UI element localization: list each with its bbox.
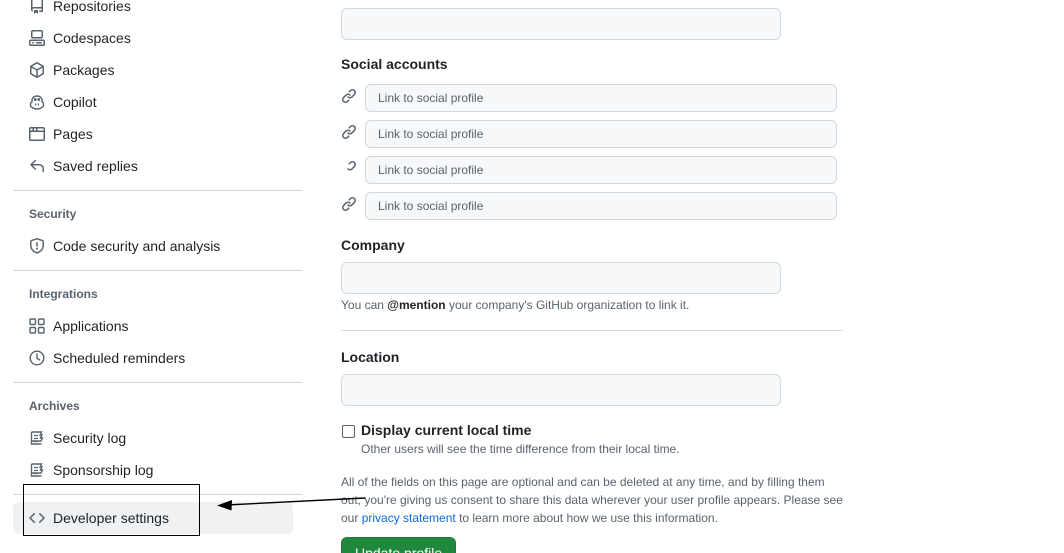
company-hint-suffix: your company's GitHub organization to li… <box>445 298 690 312</box>
location-input[interactable] <box>342 375 780 405</box>
sidebar-item-sponsorship-log[interactable]: Sponsorship log <box>13 454 293 486</box>
sidebar-item-scheduled-reminders[interactable]: Scheduled reminders <box>13 342 293 374</box>
link-icon <box>341 196 357 212</box>
browser-icon <box>29 126 45 142</box>
social-link-input-3[interactable] <box>366 157 836 183</box>
sidebar-item-label: Saved replies <box>53 158 138 174</box>
sidebar-heading-archives: Archives <box>29 399 80 413</box>
sidebar-item-repositories[interactable]: Repositories <box>13 0 293 22</box>
repo-icon <box>29 0 45 14</box>
social-accounts-heading: Social accounts <box>341 56 448 72</box>
sidebar-item-label: Copilot <box>53 94 97 110</box>
sidebar-item-saved-replies[interactable]: Saved replies <box>13 150 293 182</box>
link-icon <box>341 160 357 176</box>
codespaces-icon <box>29 30 45 46</box>
apps-icon <box>29 318 45 334</box>
log-icon <box>29 430 45 446</box>
link-icon <box>341 88 357 104</box>
clock-icon <box>29 350 45 366</box>
company-label: Company <box>341 237 405 253</box>
sidebar-item-label: Packages <box>53 62 115 78</box>
copilot-icon <box>29 94 45 110</box>
sidebar-item-packages[interactable]: Packages <box>13 54 293 86</box>
sidebar-item-label: Codespaces <box>53 30 131 46</box>
sidebar-item-label: Scheduled reminders <box>53 350 186 366</box>
sidebar-item-label: Applications <box>53 318 129 334</box>
sidebar-item-copilot[interactable]: Copilot <box>13 86 293 118</box>
privacy-notice: All of the fields on this page are optio… <box>341 473 843 527</box>
local-time-label: Display current local time <box>361 422 532 438</box>
sidebar-item-label: Code security and analysis <box>53 238 221 254</box>
sidebar-item-label: Repositories <box>53 0 131 14</box>
social-link-input-1[interactable] <box>366 85 836 111</box>
sidebar-divider <box>13 270 302 271</box>
social-link-input-4[interactable] <box>366 193 836 219</box>
log-icon <box>29 462 45 478</box>
location-field[interactable] <box>341 374 781 406</box>
social-link-input-2[interactable] <box>366 121 836 147</box>
sidebar-item-code-security[interactable]: Code security and analysis <box>13 230 293 262</box>
sidebar-item-applications[interactable]: Applications <box>13 310 293 342</box>
shield-icon <box>29 238 45 254</box>
form-divider <box>341 330 843 331</box>
text-input[interactable] <box>342 9 780 39</box>
privacy-statement-link[interactable]: privacy statement <box>362 511 456 525</box>
social-link-field-2[interactable] <box>365 120 837 148</box>
sidebar-heading-integrations: Integrations <box>29 287 98 301</box>
sidebar-item-codespaces[interactable]: Codespaces <box>13 22 293 54</box>
sidebar-item-label: Pages <box>53 126 93 142</box>
notice-text: to learn more about how we use this info… <box>455 511 718 525</box>
local-time-checkbox[interactable] <box>342 425 355 438</box>
local-time-description: Other users will see the time difference… <box>361 442 680 456</box>
social-link-field-3[interactable] <box>365 156 837 184</box>
location-label: Location <box>341 349 400 365</box>
company-hint-mention: @mention <box>387 298 446 312</box>
sidebar-divider <box>13 190 302 191</box>
link-icon <box>341 124 357 140</box>
social-link-field-1[interactable] <box>365 84 837 112</box>
social-link-field-4[interactable] <box>365 192 837 220</box>
sidebar-divider <box>13 382 302 383</box>
company-input[interactable] <box>342 263 780 293</box>
annotation-box <box>23 484 200 536</box>
sidebar-item-label: Sponsorship log <box>53 462 154 478</box>
text-field[interactable] <box>341 8 781 40</box>
package-icon <box>29 62 45 78</box>
company-hint-prefix: You can <box>341 298 388 312</box>
sidebar-item-pages[interactable]: Pages <box>13 118 293 150</box>
reply-icon <box>29 158 45 174</box>
sidebar-heading-security: Security <box>29 207 77 221</box>
company-field[interactable] <box>341 262 781 294</box>
update-profile-button[interactable]: Update profile <box>341 537 457 553</box>
company-hint: You can @mention your company's GitHub o… <box>341 297 689 313</box>
sidebar-item-label: Security log <box>53 430 127 446</box>
sidebar-item-security-log[interactable]: Security log <box>13 422 293 454</box>
